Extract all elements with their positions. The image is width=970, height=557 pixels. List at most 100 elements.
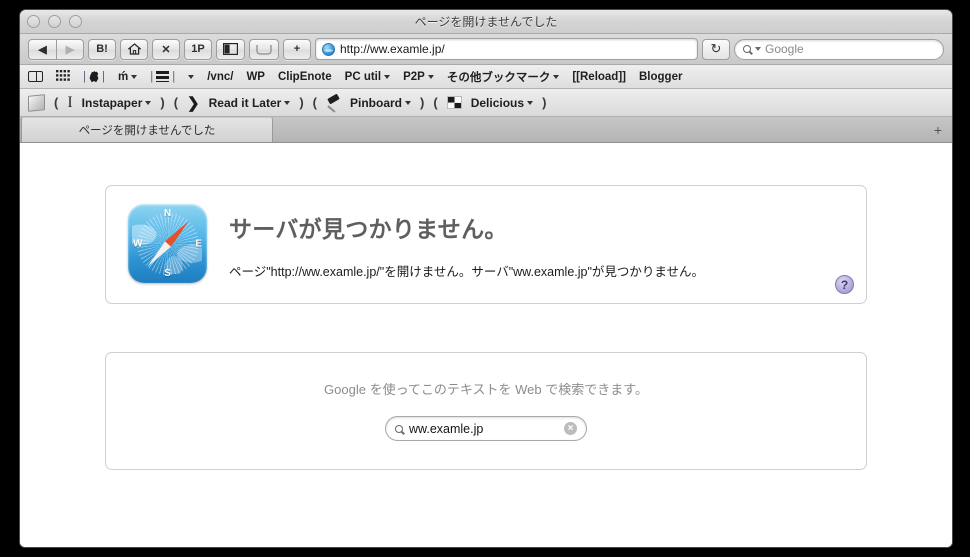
pin-icon[interactable]	[326, 95, 341, 110]
search-hint-text: Google を使ってこのテキストを Web で検索できます。	[324, 382, 648, 397]
cube-icon[interactable]	[28, 93, 45, 112]
compass-letter-s: S	[164, 268, 171, 279]
paren-close-2: )	[299, 95, 304, 110]
sidebar-icon[interactable]	[216, 38, 245, 60]
extension-instapaper[interactable]: Instapaper	[82, 96, 152, 110]
paren-open-2: (	[173, 95, 179, 110]
search-provider-chevron-down-icon[interactable]	[755, 47, 761, 51]
traffic-light-group	[27, 15, 82, 28]
bookmark-item-p2p[interactable]: P2P	[403, 71, 434, 83]
bookmark-item-blogger[interactable]: Blogger	[639, 71, 682, 83]
bookmark-label: PC util	[344, 70, 382, 83]
bookmark-item-hamburger[interactable]: | |	[150, 71, 175, 83]
bookmark-item-m[interactable]: ḿ	[118, 70, 138, 83]
chevron-down-icon-4	[427, 74, 434, 79]
home-icon[interactable]	[120, 38, 148, 60]
bookmark-item-pc-util[interactable]: PC util	[344, 70, 391, 83]
chevron-down-icon	[405, 100, 412, 105]
back-button[interactable]: ◀	[28, 38, 56, 60]
separator-bar-left2: |	[150, 70, 154, 83]
help-button[interactable]: ?	[835, 275, 854, 294]
paren-open-4: (	[433, 95, 438, 110]
chevron-down-icon	[145, 100, 152, 105]
safari-compass-icon: N S W E	[128, 204, 207, 283]
extension-read-it-later[interactable]: Read it Later	[209, 96, 291, 110]
extension-label: Delicious	[470, 95, 525, 110]
bookmark-item-book[interactable]	[28, 71, 43, 82]
compass-letter-n: N	[163, 208, 172, 219]
window-titlebar[interactable]: ページを開けませんでした	[20, 10, 952, 34]
paren-open-1: (	[54, 95, 59, 110]
book-icon	[28, 71, 43, 82]
error-text-block: サーバが見つかりません。 ページ"http://ww.examle.jp/"を開…	[229, 204, 704, 280]
browser-toolbar: ◀ ▶ B! ✕ 1P + http://ww.examle.jp/ ↻ Goo…	[20, 34, 952, 65]
separator-bar-right2: |	[172, 70, 176, 83]
separator-bar-left: |	[83, 70, 86, 83]
bookmark-label: WP	[246, 70, 265, 83]
extension-pinboard[interactable]: Pinboard	[350, 96, 412, 110]
bookmarks-bar: | | ḿ | | /vnc/ WP ClipEnote PC util P2P…	[20, 65, 952, 89]
paren-open-3: (	[312, 95, 317, 110]
zoom-button[interactable]	[69, 15, 82, 28]
address-bar[interactable]: http://ww.examle.jp/	[315, 38, 698, 60]
bookmark-item-vnc[interactable]: /vnc/	[207, 71, 233, 83]
reload-button[interactable]: ↻	[702, 38, 730, 60]
onepassword-button[interactable]: 1P	[184, 38, 212, 60]
chevron-down-icon	[284, 100, 291, 105]
grid-icon	[56, 69, 70, 84]
search-icon	[395, 424, 403, 433]
bookmark-label: Blogger	[639, 70, 683, 83]
forward-button[interactable]: ▶	[56, 38, 84, 60]
bookmark-item-grid[interactable]	[56, 69, 70, 84]
search-icon	[743, 45, 751, 53]
extension-bar: ( I Instapaper ) ( ❯ Read it Later ) ( P…	[20, 89, 952, 117]
bookmark-item-reload[interactable]: [[Reload]]	[572, 71, 626, 83]
minimize-button[interactable]	[48, 15, 61, 28]
extension-delicious[interactable]: Delicious	[470, 95, 534, 110]
stop-button[interactable]: ✕	[152, 38, 180, 60]
error-panel: N S W E サーバが見つかりません。 ページ"http://ww.examl…	[105, 185, 867, 304]
chevron-down-icon	[527, 100, 534, 105]
clear-search-button[interactable]: ×	[564, 422, 577, 435]
bookmark-item-clipenote[interactable]: ClipEnote	[278, 71, 332, 83]
tab-label: ページを開けませんでした	[78, 125, 216, 137]
ibeam-icon[interactable]: I	[67, 94, 72, 112]
bookmark-label: その他ブックマーク	[446, 71, 551, 84]
tab-page-error[interactable]: ページを開けませんでした	[21, 117, 273, 142]
hatena-bookmark-button[interactable]: B!	[88, 38, 116, 60]
error-description: ページ"http://ww.examle.jp/"を開けません。サーバ"ww.e…	[229, 265, 705, 279]
compass-letter-w: W	[133, 238, 143, 249]
bookmark-label: ḿ	[118, 70, 129, 83]
bookmark-label: [[Reload]]	[572, 70, 626, 83]
error-heading: サーバが見つかりません。	[229, 216, 508, 242]
page-content: N S W E サーバが見つかりません。 ページ"http://ww.examl…	[20, 143, 952, 547]
chevron-down-icon-5	[553, 74, 560, 79]
paren-close-4: )	[542, 95, 547, 110]
search-query-value: ww.examle.jp	[409, 421, 484, 436]
chevron-down-icon	[131, 74, 138, 79]
chevron-down-icon-2	[188, 74, 195, 79]
bookmark-label: ClipEnote	[277, 70, 332, 83]
search-input[interactable]: Google	[734, 38, 944, 60]
window-title: ページを開けませんでした	[414, 15, 558, 29]
globe-icon	[322, 42, 335, 56]
new-tab-button[interactable]: +	[934, 123, 942, 137]
chevron-right-icon[interactable]: ❯	[187, 94, 200, 112]
close-button[interactable]	[27, 15, 40, 28]
bookmark-label: /vnc/	[207, 70, 234, 83]
readinglist-icon[interactable]	[249, 38, 279, 60]
chevron-down-icon-3	[384, 74, 391, 79]
bookmark-item-other-bookmarks[interactable]: その他ブックマーク	[447, 69, 560, 85]
bookmark-item-apple[interactable]: | |	[83, 70, 105, 83]
compass-letter-e: E	[195, 238, 202, 249]
desktop-background: ページを開けませんでした ◀ ▶ B! ✕ 1P + http://ww.exa…	[0, 0, 970, 557]
page-search-input[interactable]: ww.examle.jp ×	[385, 416, 587, 441]
search-placeholder: Google	[765, 42, 804, 56]
search-panel: Google を使ってこのテキストを Web で検索できます。 ww.examl…	[105, 352, 867, 470]
apple-icon	[89, 70, 99, 83]
paren-close-1: )	[160, 95, 165, 110]
add-bookmark-button[interactable]: +	[283, 38, 311, 60]
bookmark-item-menu[interactable]	[188, 74, 195, 79]
checker-icon[interactable]	[446, 96, 462, 109]
bookmark-item-wp[interactable]: WP	[246, 71, 265, 83]
